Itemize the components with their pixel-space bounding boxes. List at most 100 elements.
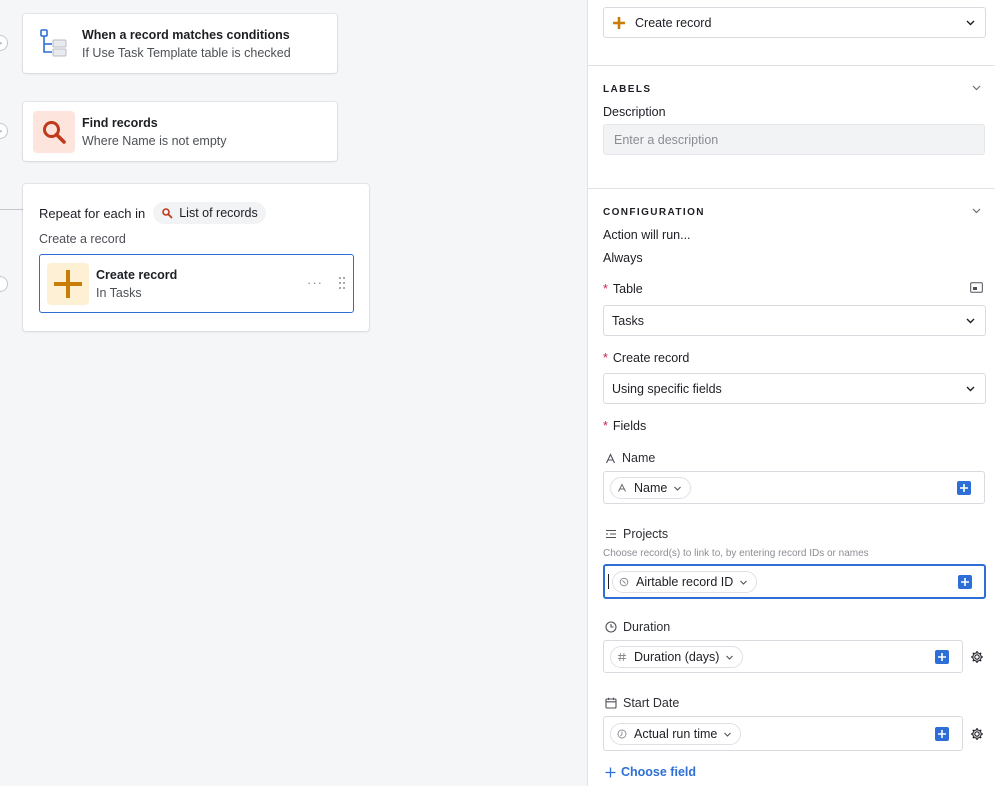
plus-icon [47, 262, 89, 305]
start-date-value-input[interactable]: Actual run time [603, 716, 963, 751]
token-label: Airtable record ID [636, 575, 734, 589]
condition-branch-icon [33, 23, 75, 65]
divider [588, 65, 995, 66]
repeat-group-card[interactable]: Repeat for each in List of records Creat… [23, 184, 369, 331]
create-record-label-text: Create record [612, 351, 690, 365]
insert-token-button[interactable] [958, 575, 972, 589]
search-icon [162, 208, 173, 219]
connector-dot: > [0, 35, 8, 51]
fields-label: * Fields [603, 419, 646, 433]
required-mark: * [603, 351, 608, 365]
name-token[interactable]: Name [610, 477, 692, 499]
run-condition-value: Always [603, 251, 643, 265]
repeat-subtitle: Create a record [39, 232, 126, 246]
time-icon [617, 729, 627, 739]
field-name-text: Name [622, 451, 656, 465]
field-label-duration: Duration [605, 620, 670, 634]
text-field-icon [606, 452, 615, 463]
chevron-down-icon [724, 732, 732, 737]
choose-field-button[interactable]: Choose field [605, 765, 696, 779]
required-mark: * [603, 282, 608, 296]
field-label-projects: Projects [605, 527, 668, 541]
configuration-section-title: CONFIGURATION [603, 207, 705, 218]
insert-token-button[interactable] [935, 727, 949, 741]
find-records-card[interactable]: Find records Where Name is not empty [23, 102, 337, 161]
create-record-mode-value: Using specific fields [612, 381, 722, 396]
create-record-card[interactable]: Create record In Tasks ··· [39, 254, 354, 313]
open-table-icon[interactable] [970, 282, 983, 293]
chevron-down-icon [966, 386, 975, 392]
text-cursor [608, 574, 609, 589]
field-label-name: Name [605, 451, 655, 465]
run-condition-label: Action will run... [603, 228, 691, 242]
chevron-down-icon [966, 318, 975, 324]
token-label: Actual run time [634, 727, 718, 741]
find-title: Find records [82, 115, 158, 130]
projects-hint: Choose record(s) to link to, by entering… [603, 548, 869, 559]
divider [588, 188, 995, 189]
trigger-subtitle: If Use Task Template table is checked [82, 45, 291, 60]
field-label-start-date: Start Date [605, 696, 679, 710]
repeat-header: Repeat for each in List of records [39, 202, 266, 224]
name-value-input[interactable]: Name [603, 471, 985, 504]
fields-label-text: Fields [612, 419, 647, 433]
create-record-title: Create record [96, 267, 178, 282]
plus-icon [938, 653, 946, 661]
plus-icon [960, 484, 968, 492]
repeat-title: Repeat for each in [39, 205, 146, 221]
trigger-card[interactable]: When a record matches conditions If Use … [23, 14, 337, 73]
plus-icon [961, 578, 969, 586]
action-type-label: Create record [635, 15, 712, 30]
chevron-down-icon [674, 486, 682, 491]
table-select[interactable]: Tasks [603, 305, 986, 336]
start-date-token[interactable]: Actual run time [610, 723, 742, 745]
insert-token-button[interactable] [935, 650, 949, 664]
description-label: Description [603, 105, 666, 119]
drag-handle-icon[interactable] [338, 276, 346, 290]
plus-icon [613, 16, 625, 29]
plus-icon [938, 730, 946, 738]
create-record-label: * Create record [603, 351, 689, 365]
duration-token[interactable]: Duration (days) [610, 646, 744, 668]
trigger-title: When a record matches conditions [82, 27, 290, 42]
pill-label: List of records [179, 206, 258, 220]
plus-icon [605, 767, 616, 777]
more-options-icon[interactable]: ··· [307, 275, 323, 290]
field-start-date-text: Start Date [623, 696, 680, 710]
chevron-down-icon[interactable] [971, 205, 982, 216]
search-icon [33, 110, 75, 153]
gear-icon[interactable] [970, 727, 984, 741]
create-record-subtitle: In Tasks [96, 285, 142, 300]
list-of-records-pill[interactable]: List of records [153, 202, 266, 224]
chevron-down-icon [966, 20, 975, 26]
chevron-down-icon [740, 580, 748, 585]
connector-dot [0, 276, 8, 292]
text-field-icon [618, 483, 626, 492]
table-select-value: Tasks [612, 313, 644, 328]
field-projects-text: Projects [623, 527, 669, 541]
chevron-down-icon [726, 655, 734, 660]
projects-value-input[interactable]: Airtable record ID [603, 564, 986, 599]
choose-field-label: Choose field [621, 765, 697, 779]
token-label: Name [634, 481, 668, 495]
id-icon [619, 577, 629, 587]
create-record-mode-select[interactable]: Using specific fields [603, 373, 986, 404]
field-duration-text: Duration [623, 620, 671, 634]
description-input[interactable]: Enter a description [603, 124, 985, 155]
gear-icon[interactable] [970, 650, 984, 664]
table-label: * Table [603, 282, 643, 296]
connector-line [0, 209, 23, 210]
workflow-canvas[interactable]: > When a record matches conditions If Us… [0, 0, 587, 786]
action-config-panel: Create record LABELS Description Enter a… [587, 0, 995, 786]
projects-token[interactable]: Airtable record ID [612, 571, 758, 593]
clock-icon [605, 621, 617, 633]
token-label: Duration (days) [634, 650, 720, 664]
connector-dot: > [0, 123, 8, 139]
required-mark: * [603, 419, 608, 433]
chevron-down-icon[interactable] [971, 82, 982, 93]
calendar-icon [605, 697, 617, 709]
insert-token-button[interactable] [957, 481, 971, 495]
find-subtitle: Where Name is not empty [82, 133, 227, 148]
action-type-select[interactable]: Create record [603, 7, 986, 38]
duration-value-input[interactable]: Duration (days) [603, 640, 963, 673]
